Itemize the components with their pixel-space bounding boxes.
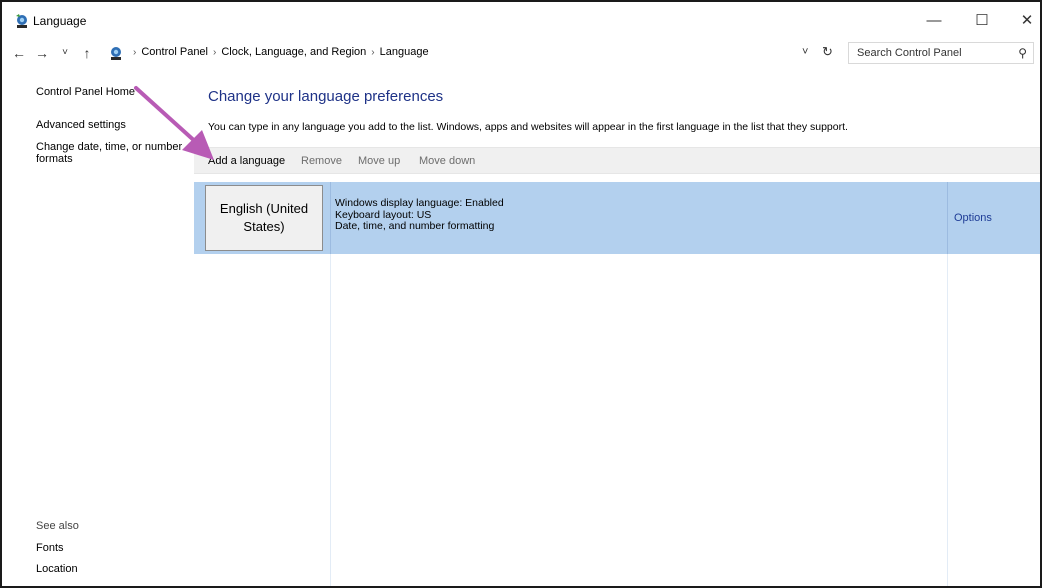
- page-title: Change your language preferences: [208, 88, 444, 105]
- options-link[interactable]: Options: [954, 212, 992, 224]
- breadcrumb-separator: ›: [133, 47, 137, 58]
- control-panel-home-link[interactable]: Control Panel Home: [36, 86, 135, 98]
- move-down-button[interactable]: Move down: [419, 155, 475, 167]
- breadcrumb: › Control Panel › Clock, Language, and Regi…: [128, 46, 429, 58]
- title-bar: Language — ☐ ✕: [2, 2, 1040, 36]
- breadcrumb-language[interactable]: Language: [380, 46, 429, 58]
- move-up-button[interactable]: Move up: [358, 155, 400, 167]
- language-details: Windows display language: Enabled Keyboa…: [335, 197, 504, 233]
- recent-locations-button[interactable]: ˅: [56, 43, 74, 63]
- page-description: You can type in any language you add to …: [208, 121, 848, 133]
- language-tile[interactable]: English (United States): [205, 185, 323, 251]
- navigation-bar: ← → ˅ ↑ › Control Panel › Clock, Language, …: [2, 40, 1040, 66]
- remove-language-button[interactable]: Remove: [301, 155, 342, 167]
- column-divider: [330, 254, 331, 586]
- minimize-button[interactable]: —: [914, 8, 954, 34]
- breadcrumb-control-panel[interactable]: Control Panel: [141, 46, 208, 58]
- back-button[interactable]: ←: [10, 43, 28, 63]
- advanced-settings-link[interactable]: Advanced settings: [36, 119, 126, 131]
- language-window: Language — ☐ ✕ ← → ˅ ↑ › Control Panel › Cl…: [0, 0, 1042, 588]
- control-panel-icon: [16, 14, 27, 28]
- formatting-status: Date, time, and number formatting: [335, 220, 495, 232]
- address-dropdown-icon[interactable]: ˅: [802, 46, 808, 58]
- up-button[interactable]: ↑: [78, 43, 96, 63]
- forward-button[interactable]: →: [33, 43, 51, 63]
- see-also-heading: See also: [36, 520, 79, 532]
- breadcrumb-separator[interactable]: ›: [213, 47, 216, 58]
- maximize-button[interactable]: ☐: [962, 8, 1002, 34]
- close-button[interactable]: ✕: [1007, 8, 1040, 34]
- pointer-arrow-annotation: [134, 86, 214, 160]
- column-divider: [330, 182, 331, 254]
- search-box: ⚲: [848, 42, 1034, 64]
- language-list-item[interactable]: English (United States) Windows display …: [194, 182, 1040, 254]
- breadcrumb-separator[interactable]: ›: [371, 47, 374, 58]
- control-panel-icon: [111, 47, 121, 60]
- address-bar[interactable]: › Control Panel › Clock, Language, and Regi…: [104, 42, 840, 64]
- column-divider: [947, 254, 948, 586]
- column-divider: [947, 182, 948, 254]
- language-toolbar: Add a language Remove Move up Move down: [194, 147, 1040, 174]
- display-language-status: Windows display language: Enabled: [335, 197, 504, 209]
- breadcrumb-clock-language-region[interactable]: Clock, Language, and Region: [221, 46, 366, 58]
- search-input[interactable]: [849, 43, 1009, 63]
- search-icon[interactable]: ⚲: [1018, 46, 1027, 60]
- main-content: Change your language preferences You can…: [194, 66, 1040, 586]
- language-name: English (United States): [219, 201, 309, 234]
- window-title: Language: [33, 14, 87, 28]
- location-link[interactable]: Location: [36, 563, 78, 575]
- fonts-link[interactable]: Fonts: [36, 542, 64, 554]
- refresh-icon[interactable]: ↻: [822, 44, 833, 60]
